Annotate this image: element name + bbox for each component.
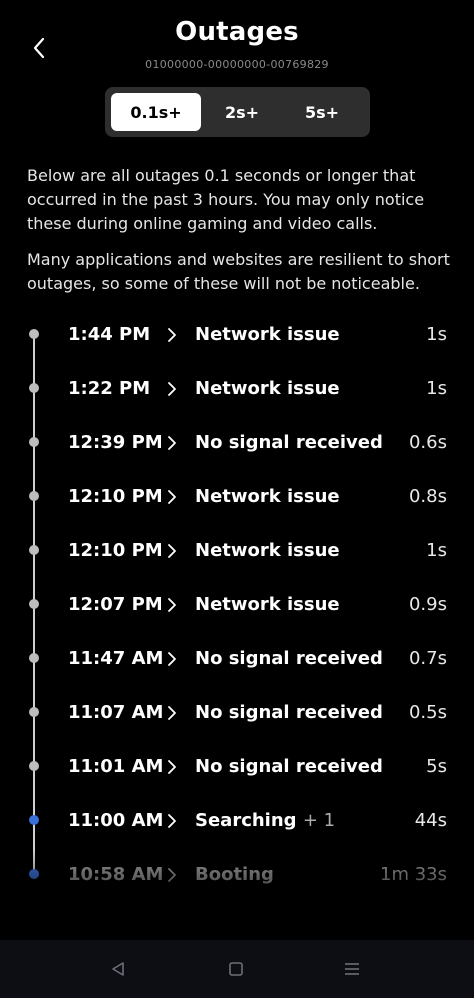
outage-duration: 0.6s bbox=[408, 432, 447, 453]
outage-row[interactable]: 12:07 PM Network issue 0.9s bbox=[0, 594, 474, 648]
filter-option-5s[interactable]: 5s+ bbox=[277, 93, 367, 131]
outage-row[interactable]: 12:39 PM No signal received 0.6s bbox=[0, 432, 474, 486]
outage-row[interactable]: 11:47 AM No signal received 0.7s bbox=[0, 648, 474, 702]
outage-reason-label: Network issue bbox=[195, 594, 340, 615]
outage-reason-label: No signal received bbox=[195, 756, 383, 777]
timeline-dot bbox=[29, 815, 39, 825]
chevron-right-icon bbox=[168, 382, 176, 396]
page-title: Outages bbox=[175, 17, 299, 47]
outage-row[interactable]: 11:00 AM Searching + 1 44s bbox=[0, 810, 474, 864]
outage-duration: 0.9s bbox=[408, 594, 447, 615]
resilience-paragraph: Many applications and websites are resil… bbox=[27, 250, 450, 293]
outage-time: 12:10 PM bbox=[68, 540, 163, 561]
chevron-right-icon bbox=[168, 436, 176, 450]
outage-reason-label: Network issue bbox=[195, 540, 340, 561]
outage-reason-label: Booting bbox=[195, 864, 274, 885]
outage-time: 12:10 PM bbox=[68, 486, 163, 507]
outage-time: 10:58 AM bbox=[68, 864, 164, 885]
filter-option-2s[interactable]: 2s+ bbox=[197, 93, 287, 131]
chevron-right-icon bbox=[168, 706, 176, 720]
outage-time: 1:22 PM bbox=[68, 378, 151, 399]
outage-reason-label: Searching bbox=[195, 810, 297, 831]
timeline-dot bbox=[29, 869, 39, 879]
outage-row[interactable]: 12:10 PM Network issue 0.8s bbox=[0, 486, 474, 540]
timeline-dot bbox=[29, 707, 39, 717]
chevron-right-icon bbox=[168, 652, 176, 666]
chevron-right-icon bbox=[168, 598, 176, 612]
timeline-dot bbox=[29, 761, 39, 771]
outage-reason-label: Network issue bbox=[195, 486, 340, 507]
outage-reason-label: No signal received bbox=[195, 432, 383, 453]
outage-reason-label: No signal received bbox=[195, 702, 383, 723]
outage-row[interactable]: 1:44 PM Network issue 1s bbox=[0, 324, 474, 378]
outage-reason: Network issue bbox=[195, 540, 340, 561]
hamburger-menu-icon bbox=[345, 963, 359, 975]
outage-duration: 1s bbox=[426, 540, 447, 561]
outage-reason: Searching + 1 bbox=[195, 810, 335, 831]
triangle-back-icon bbox=[112, 962, 124, 976]
outage-reason: No signal received bbox=[195, 648, 383, 669]
outage-reason-label: Network issue bbox=[195, 324, 340, 345]
header: Outages 01000000-00000000-00769829 bbox=[0, 0, 474, 80]
outage-duration: 1s bbox=[426, 324, 447, 345]
outage-reason: No signal received bbox=[195, 702, 383, 723]
outage-time: 11:00 AM bbox=[68, 810, 164, 831]
outage-duration: 0.5s bbox=[408, 702, 447, 723]
outage-duration: 5s bbox=[426, 756, 447, 777]
nav-back-button[interactable] bbox=[98, 952, 138, 986]
duration-filter: 0.1s+ 2s+ 5s+ bbox=[105, 87, 370, 137]
outage-duration: 1s bbox=[426, 378, 447, 399]
timeline-dot bbox=[29, 491, 39, 501]
outage-row[interactable]: 12:10 PM Network issue 1s bbox=[0, 540, 474, 594]
nav-home-button[interactable] bbox=[216, 952, 256, 986]
outage-time: 11:01 AM bbox=[68, 756, 164, 777]
intro-paragraph: Below are all outages 0.1 seconds or lon… bbox=[27, 166, 425, 233]
outage-time: 1:44 PM bbox=[68, 324, 151, 345]
outage-reason: Network issue bbox=[195, 594, 340, 615]
outage-row[interactable]: 11:07 AM No signal received 0.5s bbox=[0, 702, 474, 756]
outage-row[interactable]: 10:58 AM Booting 1m 33s bbox=[0, 864, 474, 918]
outage-reason: Booting bbox=[195, 864, 274, 885]
outage-extra-count: + 1 bbox=[302, 810, 336, 831]
filter-option-0-1s[interactable]: 0.1s+ bbox=[111, 93, 201, 131]
timeline-dot bbox=[29, 437, 39, 447]
outage-reason: Network issue bbox=[195, 378, 340, 399]
chevron-right-icon bbox=[168, 760, 176, 774]
timeline-dot bbox=[29, 599, 39, 609]
outage-time: 12:39 PM bbox=[68, 432, 163, 453]
outage-reason: No signal received bbox=[195, 432, 383, 453]
system-nav-bar bbox=[0, 940, 474, 998]
chevron-right-icon bbox=[168, 490, 176, 504]
outage-reason: Network issue bbox=[195, 486, 340, 507]
chevron-right-icon bbox=[168, 328, 176, 342]
outage-reason: Network issue bbox=[195, 324, 340, 345]
outage-duration: 0.8s bbox=[408, 486, 447, 507]
device-serial: 01000000-00000000-00769829 bbox=[145, 58, 329, 71]
outage-row[interactable]: 1:22 PM Network issue 1s bbox=[0, 378, 474, 432]
outage-row[interactable]: 11:01 AM No signal received 5s bbox=[0, 756, 474, 810]
outage-duration: 1m 33s bbox=[380, 864, 447, 885]
timeline-dot bbox=[29, 383, 39, 393]
outage-reason-label: No signal received bbox=[195, 648, 383, 669]
chevron-right-icon bbox=[168, 814, 176, 828]
outage-duration: 0.7s bbox=[408, 648, 447, 669]
chevron-right-icon bbox=[168, 544, 176, 558]
outage-reason: No signal received bbox=[195, 756, 383, 777]
square-home-icon bbox=[229, 962, 243, 976]
timeline-dot bbox=[29, 653, 39, 663]
outage-time: 12:07 PM bbox=[68, 594, 163, 615]
outage-reason-label: Network issue bbox=[195, 378, 340, 399]
outage-time: 11:47 AM bbox=[68, 648, 164, 669]
outage-time: 11:07 AM bbox=[68, 702, 164, 723]
timeline-dot bbox=[29, 545, 39, 555]
chevron-right-icon bbox=[168, 868, 176, 882]
outage-duration: 44s bbox=[414, 810, 447, 831]
nav-menu-button[interactable] bbox=[332, 952, 372, 986]
timeline-dot bbox=[29, 329, 39, 339]
